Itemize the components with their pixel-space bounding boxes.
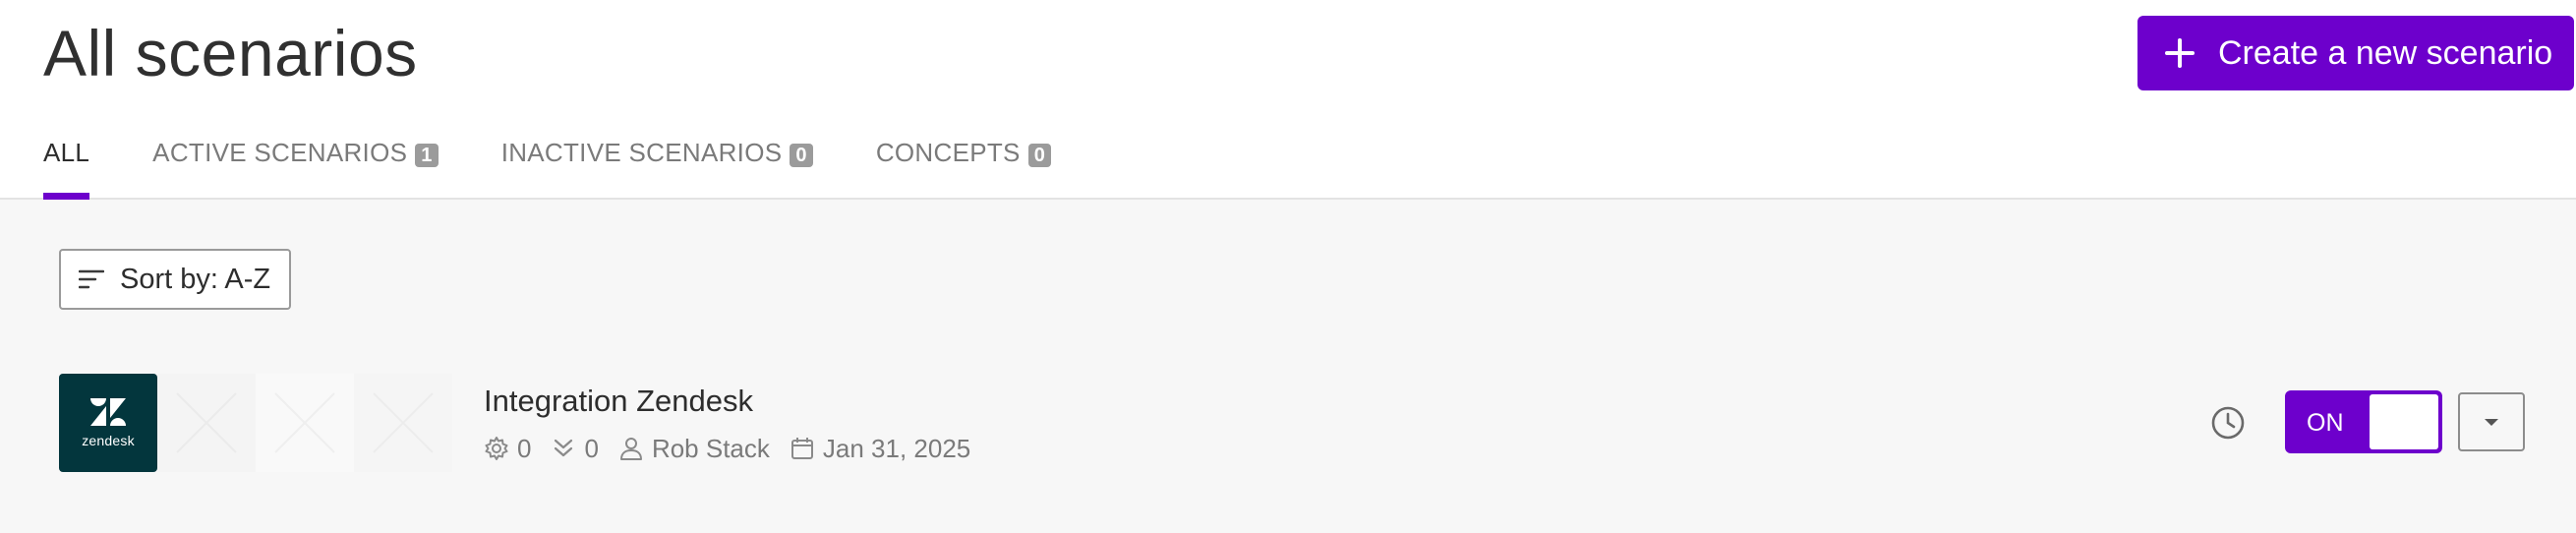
page-title: All scenarios xyxy=(43,17,418,89)
tab-label: INACTIVE SCENARIOS xyxy=(500,138,783,167)
empty-slot-icon xyxy=(157,374,256,472)
scenario-date: Jan 31, 2025 xyxy=(790,434,970,464)
scenario-name-link[interactable]: Integration Zendesk xyxy=(484,384,753,419)
user-icon xyxy=(619,438,642,460)
scenario-on-off-toggle[interactable]: ON xyxy=(2285,390,2442,453)
tab-label: ACTIVE SCENARIOS xyxy=(152,138,408,167)
scenario-owner: Rob Stack xyxy=(618,434,770,464)
gear-icon xyxy=(485,437,508,460)
empty-slot-icon xyxy=(354,374,452,472)
calendar-icon xyxy=(790,438,813,459)
zendesk-logo-text: zendesk xyxy=(82,433,135,448)
sort-button[interactable]: Sort by: A-Z xyxy=(59,249,291,310)
create-scenario-label: Create a new scenario xyxy=(2218,33,2553,72)
clock-icon[interactable] xyxy=(2210,405,2246,441)
tab-count-badge: 0 xyxy=(1027,144,1052,167)
sort-lines-icon xyxy=(79,269,104,289)
toggle-state-label: ON xyxy=(2307,409,2344,437)
tab-label: CONCEPTS xyxy=(875,138,1021,167)
sort-label: Sort by: A-Z xyxy=(120,263,271,295)
create-scenario-button[interactable]: Create a new scenario xyxy=(2137,16,2574,90)
zendesk-logo-icon xyxy=(90,398,126,426)
tab-all[interactable]: ALL xyxy=(43,138,90,201)
scenarios-page: All scenarios Create a new scenario ALL … xyxy=(0,0,2576,533)
empty-slot-icon xyxy=(256,374,354,472)
caret-down-icon xyxy=(2485,418,2498,426)
double-chevron-down-icon xyxy=(555,439,573,457)
scenario-row: zendesk Integration Zendesk 0 0 Rob Stac… xyxy=(59,374,2537,472)
tab-inactive-scenarios[interactable]: INACTIVE SCENARIOS 0 xyxy=(501,138,813,200)
zendesk-logo[interactable]: zendesk xyxy=(59,374,157,472)
scenario-meta: 0 0 Rob Stack Jan 31, 2025 xyxy=(484,433,990,464)
empty-module-slot xyxy=(256,374,354,472)
data-transfer-count: 0 xyxy=(551,433,599,464)
toggle-knob xyxy=(2370,394,2438,449)
owner-name: Rob Stack xyxy=(651,433,770,463)
tab-concepts[interactable]: CONCEPTS 0 xyxy=(875,138,1052,200)
empty-module-slot xyxy=(157,374,256,472)
page-header: All scenarios Create a new scenario ALL … xyxy=(0,0,2576,201)
tab-active-scenarios[interactable]: ACTIVE SCENARIOS 1 xyxy=(152,138,439,200)
tab-label: ALL xyxy=(43,138,90,167)
operations-count: 0 xyxy=(484,434,531,464)
tab-count-badge: 0 xyxy=(790,144,813,167)
data-transfer-value: 0 xyxy=(584,433,599,463)
date-value: Jan 31, 2025 xyxy=(822,433,971,463)
operations-value: 0 xyxy=(517,433,532,463)
scenario-options-button[interactable] xyxy=(2458,392,2525,451)
tab-count-badge: 1 xyxy=(415,144,439,167)
scenario-tabs: ALL ACTIVE SCENARIOS 1 INACTIVE SCENARIO… xyxy=(43,138,1114,201)
empty-module-slot xyxy=(354,374,452,472)
scenarios-list-area: Sort by: A-Z zendesk Integration Zendesk… xyxy=(0,200,2576,533)
plus-icon xyxy=(2165,38,2195,68)
